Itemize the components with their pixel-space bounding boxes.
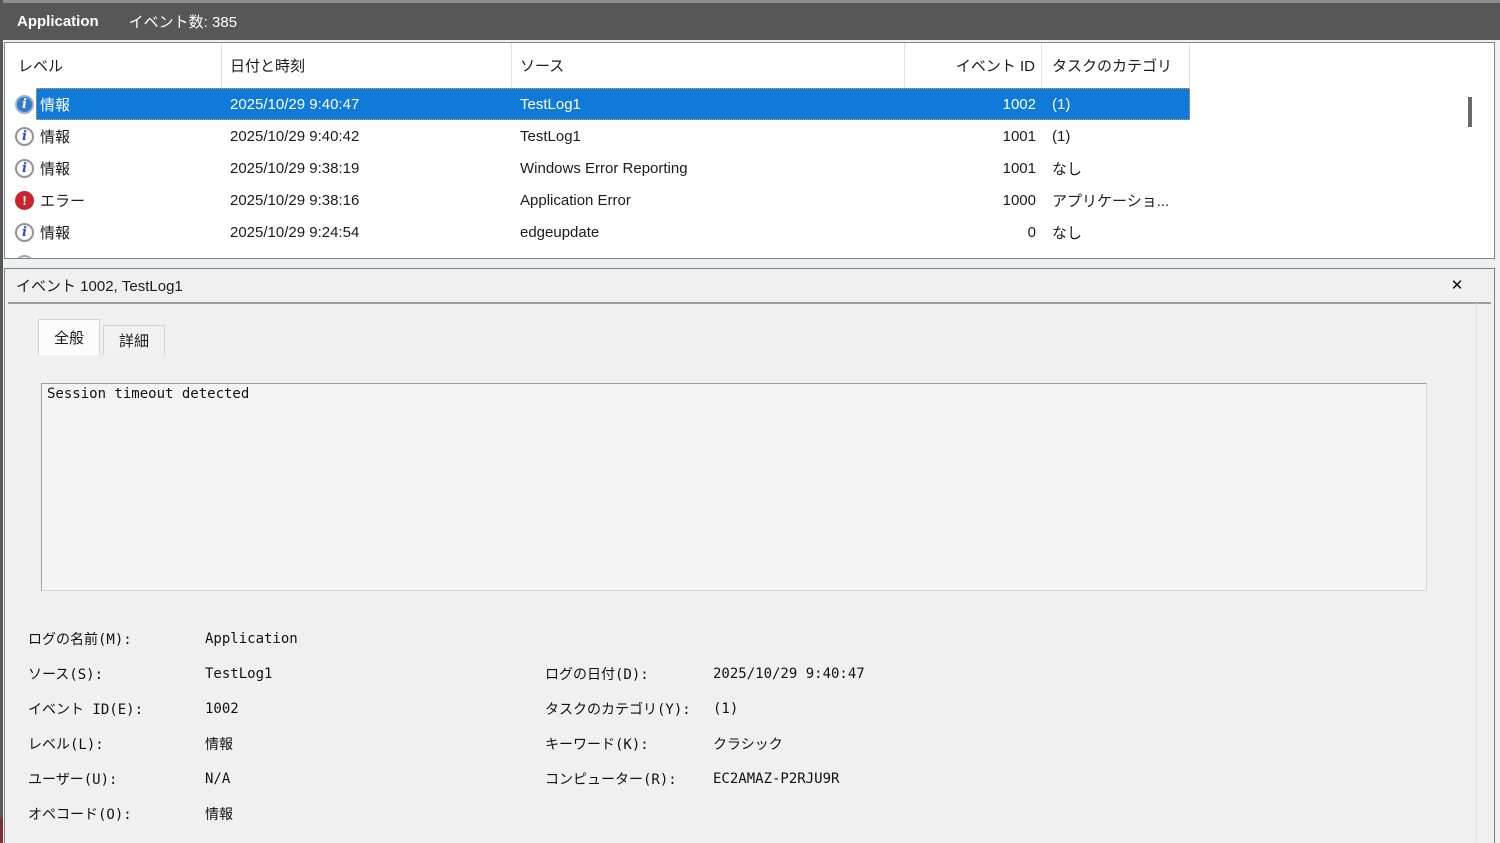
detail-tabs: 全般 詳細: [38, 319, 166, 355]
level-label: 情報: [40, 128, 71, 146]
property-value: TestLog1: [205, 665, 273, 682]
property-row: イベント ID(E): 1002 タスクのカテゴリ(Y): (1): [5, 691, 1494, 726]
event-category: なし: [1052, 160, 1083, 178]
tab-details[interactable]: 詳細: [103, 325, 166, 355]
property-row: オペコード(O): 情報: [5, 796, 1494, 831]
property-row: レベル(L): 情報 キーワード(K): クラシック: [5, 726, 1494, 761]
event-id: 1001: [1002, 127, 1036, 145]
info-icon: [15, 254, 34, 258]
event-id: 0: [1027, 223, 1036, 241]
event-row[interactable]: i 情報 2025/10/29 9:24:54 edgeupdate 0 なし: [5, 216, 1494, 248]
event-row[interactable]: i 情報 2025/10/29 9:38:19 Windows Error Rep…: [5, 152, 1494, 184]
property-label: タスクのカテゴリ(Y):: [545, 701, 691, 718]
event-category: (1): [1052, 95, 1071, 113]
property-value: クラシック: [713, 736, 783, 753]
column-header-source[interactable]: ソース: [512, 43, 905, 88]
log-name: Application: [17, 13, 99, 30]
event-id: 1000: [1002, 191, 1036, 209]
log-title-bar: Application イベント数: 385: [0, 0, 1500, 40]
event-category: アプリケーショ...: [1052, 192, 1170, 210]
property-value: EC2AMAZ-P2RJU9R: [713, 770, 840, 787]
column-header-event-id[interactable]: イベント ID: [905, 43, 1042, 88]
detail-title-bar: イベント 1002, TestLog1 ✕: [8, 269, 1491, 304]
property-value: 2025/10/29 9:40:47: [713, 665, 865, 682]
property-label: オペコード(O):: [28, 806, 132, 823]
property-label: ソース(S):: [28, 666, 104, 683]
event-detail-pane: イベント 1002, TestLog1 ✕ 全般 詳細 Session time…: [4, 268, 1495, 843]
event-datetime: 2025/10/29 9:40:42: [230, 127, 360, 145]
level-label: 情報: [40, 224, 71, 242]
property-value: N/A: [205, 770, 231, 787]
level-label: 情報: [40, 96, 71, 114]
info-icon: i: [15, 94, 34, 114]
event-id: 1001: [1002, 159, 1036, 177]
event-message-box[interactable]: Session timeout detected: [41, 383, 1427, 591]
event-datetime: 2025/10/29 9:38:16: [230, 191, 360, 209]
property-value: Application: [205, 630, 298, 647]
event-source: TestLog1: [520, 127, 581, 145]
column-header-filler: [1190, 43, 1494, 88]
event-category: (1): [1052, 127, 1071, 145]
event-datetime: 2025/10/29 9:38:19: [230, 159, 360, 177]
property-label: コンピューター(R):: [545, 771, 677, 788]
event-row-partial[interactable]: [5, 248, 1494, 258]
detail-title: イベント 1002, TestLog1: [16, 278, 183, 295]
close-icon[interactable]: ✕: [1446, 274, 1468, 296]
property-row: ソース(S): TestLog1 ログの日付(D): 2025/10/29 9:…: [5, 656, 1494, 691]
level-label: エラー: [40, 192, 86, 210]
list-scrollbar-thumb[interactable]: [1468, 97, 1472, 127]
property-row: ユーザー(U): N/A コンピューター(R): EC2AMAZ-P2RJU9R: [5, 761, 1494, 796]
event-category: なし: [1052, 224, 1083, 242]
property-label: イベント ID(E):: [28, 701, 144, 718]
property-value: 情報: [205, 806, 233, 823]
event-list-header: レベル 日付と時刻 ソース イベント ID タスクのカテゴリ: [5, 43, 1494, 88]
window-left-edge-accent: [0, 818, 3, 843]
property-value: (1): [713, 700, 739, 717]
column-header-datetime[interactable]: 日付と時刻: [222, 43, 512, 88]
window-left-edge: [0, 0, 3, 843]
detail-scrollbar-track[interactable]: [1476, 303, 1477, 843]
property-label: ログの日付(D):: [545, 666, 649, 683]
event-source: Windows Error Reporting: [520, 159, 688, 177]
event-datetime: 2025/10/29 9:24:54: [230, 223, 360, 241]
event-row[interactable]: i 情報 2025/10/29 9:40:47 TestLog1 1002 (1): [5, 88, 1494, 120]
property-label: ユーザー(U):: [28, 771, 118, 788]
property-label: ログの名前(M):: [28, 631, 132, 648]
event-source: Application Error: [520, 191, 631, 209]
tab-general[interactable]: 全般: [38, 319, 101, 355]
column-header-category[interactable]: タスクのカテゴリ: [1042, 43, 1190, 88]
event-row[interactable]: ! エラー 2025/10/29 9:38:16 Application Erro…: [5, 184, 1494, 216]
error-icon: !: [15, 190, 34, 210]
event-properties: ログの名前(M): Application ソース(S): TestLog1 ロ…: [5, 621, 1494, 831]
info-icon: i: [15, 126, 34, 146]
property-label: キーワード(K):: [545, 736, 649, 753]
property-row: ログの名前(M): Application: [5, 621, 1494, 656]
property-value: 情報: [205, 736, 233, 753]
event-id: 1002: [1002, 95, 1036, 113]
column-header-level[interactable]: レベル: [5, 43, 222, 88]
event-source: TestLog1: [520, 95, 581, 113]
event-datetime: 2025/10/29 9:40:47: [230, 95, 360, 113]
event-row[interactable]: i 情報 2025/10/29 9:40:42 TestLog1 1001 (1): [5, 120, 1494, 152]
property-label: レベル(L):: [28, 736, 104, 753]
event-list: レベル 日付と時刻 ソース イベント ID タスクのカテゴリ i 情報 2025/…: [4, 42, 1495, 259]
info-icon: i: [15, 158, 34, 178]
event-source: edgeupdate: [520, 223, 600, 241]
event-count: イベント数: 385: [128, 14, 238, 31]
property-value: 1002: [205, 700, 239, 717]
level-label: 情報: [40, 160, 71, 178]
info-icon: i: [15, 222, 34, 242]
